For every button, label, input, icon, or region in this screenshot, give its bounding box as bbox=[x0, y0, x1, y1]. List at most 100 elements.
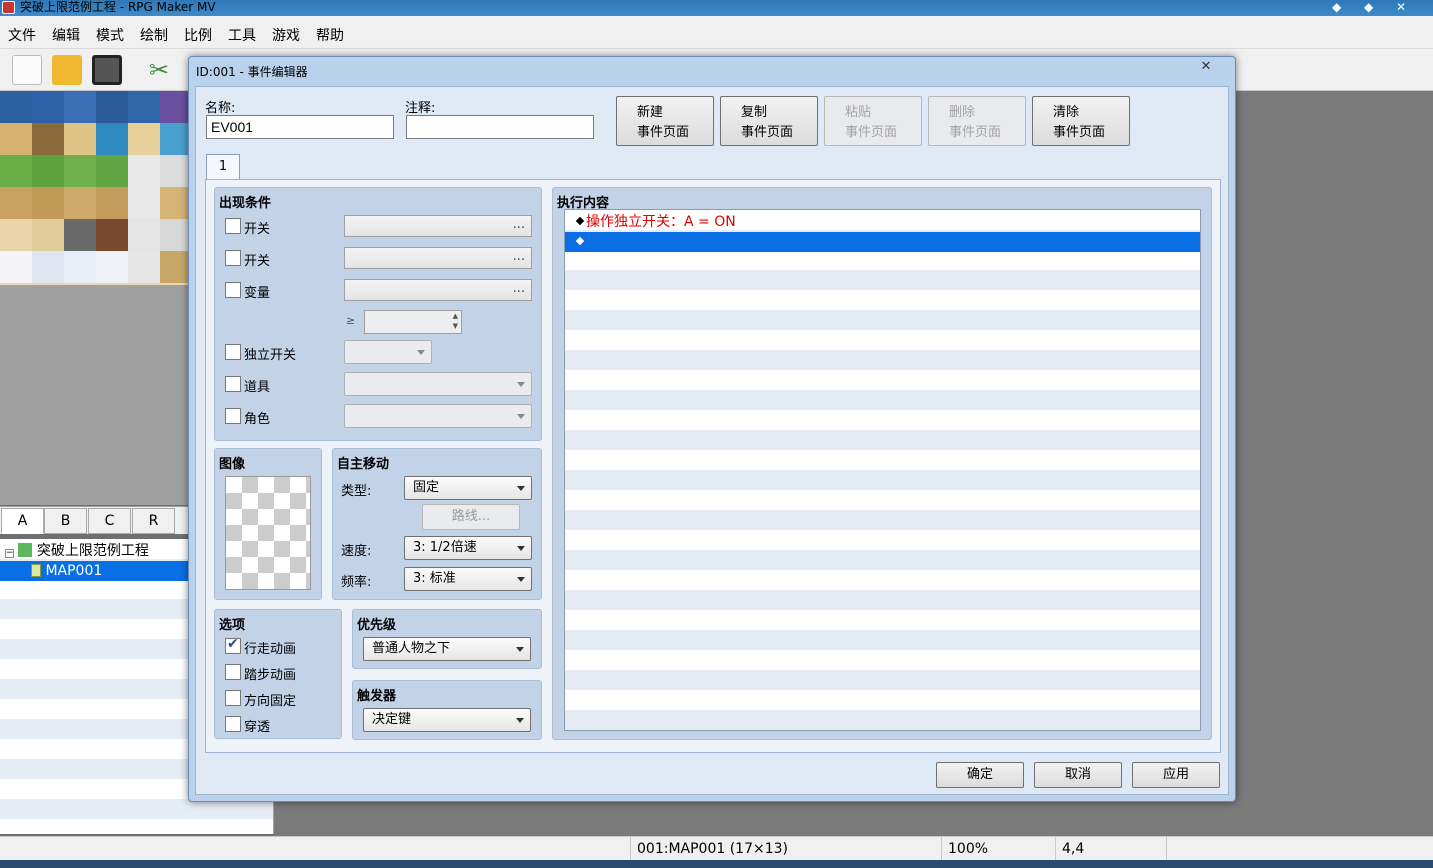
command-list[interactable]: 操作独立开关：A = ON bbox=[564, 209, 1201, 731]
tile-water[interactable] bbox=[0, 91, 32, 123]
tile-snow[interactable] bbox=[96, 251, 128, 283]
switch2-label: 开关 bbox=[244, 254, 271, 269]
tile-dirt[interactable] bbox=[0, 187, 32, 219]
tile-dead-tree[interactable] bbox=[160, 251, 190, 283]
tree-item-map[interactable]: MAP001 bbox=[0, 561, 190, 581]
map-editor-area-bottom[interactable] bbox=[274, 800, 1235, 836]
switch1-checkbox[interactable] bbox=[225, 218, 241, 234]
tile-grass[interactable] bbox=[64, 155, 96, 187]
type-select[interactable]: 固定 bbox=[404, 476, 532, 500]
tile-grass[interactable] bbox=[96, 155, 128, 187]
item-checkbox[interactable] bbox=[225, 376, 241, 392]
tile-crystal[interactable] bbox=[160, 91, 190, 123]
collapse-icon[interactable]: − bbox=[5, 549, 14, 558]
save-project-icon[interactable] bbox=[92, 55, 122, 85]
command-row[interactable]: 操作独立开关：A = ON bbox=[565, 212, 1200, 232]
variable-checkbox[interactable] bbox=[225, 282, 241, 298]
cancel-button[interactable]: 取消 bbox=[1034, 762, 1122, 788]
minimize-icon[interactable]: ◆ bbox=[1332, 0, 1341, 14]
speed-select[interactable]: 3: 1/2倍速 bbox=[404, 536, 532, 560]
tile-snow[interactable] bbox=[64, 251, 96, 283]
tile-sand[interactable] bbox=[128, 123, 160, 155]
menu-tools[interactable]: 工具 bbox=[228, 25, 256, 45]
trigger-select[interactable]: 决定键 bbox=[363, 708, 531, 732]
tile-dead-tree[interactable] bbox=[128, 187, 160, 219]
ok-button[interactable]: 确定 bbox=[936, 762, 1024, 788]
tile-sand[interactable] bbox=[64, 123, 96, 155]
note-input[interactable] bbox=[406, 115, 594, 139]
tile-tree[interactable] bbox=[160, 219, 190, 251]
tile-lava-rock[interactable] bbox=[96, 219, 128, 251]
tile-sand[interactable] bbox=[32, 219, 64, 251]
tile-snow[interactable] bbox=[0, 251, 32, 283]
tile-grass[interactable] bbox=[32, 155, 64, 187]
tile-water[interactable] bbox=[96, 91, 128, 123]
map-editor-area[interactable] bbox=[1235, 91, 1433, 836]
tile-grass[interactable] bbox=[0, 155, 32, 187]
switch2-checkbox[interactable] bbox=[225, 250, 241, 266]
conditions-title: 出现条件 bbox=[219, 196, 272, 211]
priority-select[interactable]: 普通人物之下 bbox=[363, 637, 531, 661]
tile-rock[interactable] bbox=[32, 123, 64, 155]
tile-dirt[interactable] bbox=[64, 187, 96, 219]
tab-a[interactable]: A bbox=[1, 508, 44, 534]
tile-waterfall[interactable] bbox=[160, 123, 190, 155]
tile-tree[interactable] bbox=[160, 155, 190, 187]
tab-page-1[interactable]: 1 bbox=[206, 154, 240, 180]
delete-page-button[interactable]: 删除 事件页面 bbox=[928, 96, 1026, 146]
switch1-field: ... bbox=[344, 215, 532, 237]
command-row-selected[interactable] bbox=[565, 232, 1200, 252]
menu-draw[interactable]: 绘制 bbox=[140, 25, 168, 45]
new-project-icon[interactable] bbox=[12, 55, 42, 85]
tab-c[interactable]: C bbox=[88, 508, 131, 534]
direction-fix-checkbox[interactable] bbox=[225, 690, 241, 706]
tile-whirlpool[interactable] bbox=[96, 123, 128, 155]
walking-anim-checkbox[interactable] bbox=[225, 636, 241, 654]
tile-water[interactable] bbox=[64, 91, 96, 123]
tile-cobble[interactable] bbox=[64, 219, 96, 251]
tile-snow[interactable] bbox=[32, 251, 64, 283]
tile-sand[interactable] bbox=[0, 123, 32, 155]
route-button[interactable]: 路线... bbox=[422, 504, 520, 530]
tile-water[interactable] bbox=[32, 91, 64, 123]
variable-value-spinner: ▲ ▼ bbox=[364, 310, 462, 334]
through-checkbox[interactable] bbox=[225, 716, 241, 732]
image-preview[interactable] bbox=[225, 476, 311, 590]
diamond-icon bbox=[575, 216, 585, 226]
tileset-palette[interactable] bbox=[0, 91, 190, 285]
tile-dirt[interactable] bbox=[96, 187, 128, 219]
menu-mode[interactable]: 模式 bbox=[96, 25, 124, 45]
actor-checkbox[interactable] bbox=[225, 408, 241, 424]
tab-b[interactable]: B bbox=[44, 508, 87, 534]
menu-edit[interactable]: 编辑 bbox=[52, 25, 80, 45]
paste-page-button[interactable]: 粘贴 事件页面 bbox=[824, 96, 922, 146]
type-select-value: 固定 bbox=[413, 480, 440, 495]
maximize-icon[interactable]: ◆ bbox=[1364, 0, 1373, 14]
tile-tree[interactable] bbox=[128, 219, 160, 251]
self-switch-checkbox[interactable] bbox=[225, 344, 241, 360]
open-project-icon[interactable] bbox=[52, 55, 82, 85]
stepping-anim-checkbox[interactable] bbox=[225, 664, 241, 680]
tile-sand[interactable] bbox=[0, 219, 32, 251]
tile-dirt[interactable] bbox=[32, 187, 64, 219]
close-window-icon[interactable]: ✕ bbox=[1396, 0, 1406, 14]
trigger-select-value: 决定键 bbox=[372, 712, 412, 727]
menu-scale[interactable]: 比例 bbox=[184, 25, 212, 45]
menu-file[interactable]: 文件 bbox=[8, 25, 36, 45]
frequency-select[interactable]: 3: 标准 bbox=[404, 567, 532, 591]
menu-game[interactable]: 游戏 bbox=[272, 25, 300, 45]
close-icon[interactable]: ✕ bbox=[1195, 59, 1217, 77]
clear-page-button[interactable]: 清除 事件页面 bbox=[1032, 96, 1130, 146]
menu-help[interactable]: 帮助 bbox=[316, 25, 344, 45]
tile-snow-tree[interactable] bbox=[128, 251, 160, 283]
name-input[interactable] bbox=[206, 115, 394, 139]
copy-page-button[interactable]: 复制 事件页面 bbox=[720, 96, 818, 146]
new-page-button[interactable]: 新建 事件页面 bbox=[616, 96, 714, 146]
cut-icon[interactable]: ✂ bbox=[144, 55, 174, 85]
tab-r[interactable]: R bbox=[132, 508, 175, 534]
tile-tree[interactable] bbox=[128, 155, 160, 187]
tile-water[interactable] bbox=[128, 91, 160, 123]
apply-button[interactable]: 应用 bbox=[1132, 762, 1220, 788]
spin-up-icon: ▲ bbox=[452, 312, 458, 320]
tile-dirt[interactable] bbox=[160, 187, 190, 219]
